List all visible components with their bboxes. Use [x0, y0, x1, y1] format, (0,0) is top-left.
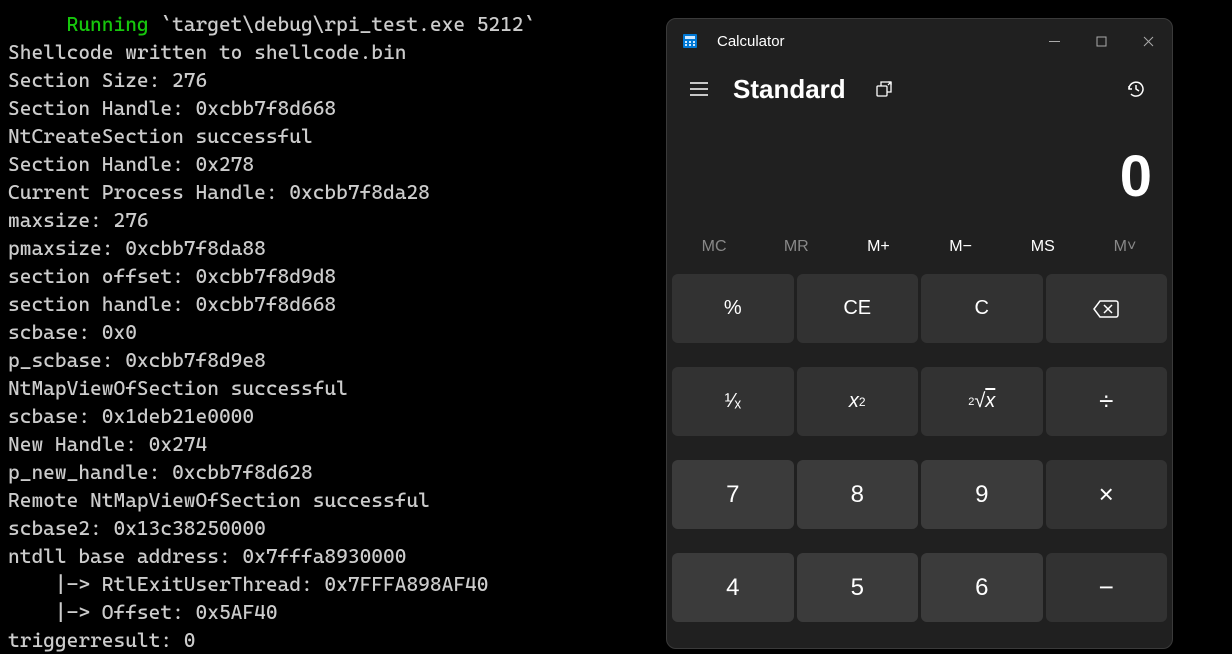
percent-key[interactable]: %	[672, 274, 794, 343]
terminal-line: p_scbase: 0xcbb7f8d9e8	[8, 348, 266, 372]
terminal-line: |-> RtlExitUserThread: 0x7FFFA898AF40	[8, 572, 488, 596]
calculator-header: Standard	[667, 63, 1172, 119]
terminal-line: NtCreateSection successful	[8, 124, 313, 148]
mode-title: Standard	[733, 74, 846, 105]
terminal-output: Running `target\debug\rpi_test.exe 5212`…	[0, 0, 660, 649]
calculator-icon	[681, 32, 699, 50]
terminal-line: p_new_handle: 0xcbb7f8d628	[8, 460, 313, 484]
minus-key[interactable]: −	[1046, 553, 1168, 622]
terminal-line: scbase2: 0x13c38250000	[8, 516, 266, 540]
terminal-line: Remote NtMapViewOfSection successful	[8, 488, 430, 512]
keypad: % CE C ¹⁄ₓ x2 2√x ÷ 7 8 9 × 4 5 6 −	[667, 274, 1172, 648]
memory-row: MC MR M+ M− MS M˅	[667, 228, 1172, 274]
display: 0	[667, 119, 1172, 228]
terminal-line: scbase: 0x1deb21e0000	[8, 404, 254, 428]
eight-key[interactable]: 8	[797, 460, 919, 529]
six-key[interactable]: 6	[921, 553, 1043, 622]
maximize-button[interactable]	[1078, 19, 1125, 63]
window-controls	[1031, 19, 1172, 63]
terminal-line: Running `target\debug\rpi_test.exe 5212`	[8, 12, 535, 36]
terminal-line: |-> Offset: 0x5AF40	[8, 600, 278, 624]
nine-key[interactable]: 9	[921, 460, 1043, 529]
divide-key[interactable]: ÷	[1046, 367, 1168, 436]
memory-minus-button[interactable]: M−	[920, 228, 1002, 266]
close-button[interactable]	[1125, 19, 1172, 63]
window-title: Calculator	[717, 33, 1031, 50]
terminal-line: New Handle: 0x274	[8, 432, 207, 456]
terminal-line: Section Handle: 0xcbb7f8d668	[8, 96, 336, 120]
four-key[interactable]: 4	[672, 553, 794, 622]
terminal-line: NtMapViewOfSection successful	[8, 376, 348, 400]
memory-list-button[interactable]: M˅	[1084, 228, 1166, 266]
clear-key[interactable]: C	[921, 274, 1043, 343]
memory-recall-button[interactable]: MR	[755, 228, 837, 266]
terminal-line: maxsize: 276	[8, 208, 149, 232]
backspace-key[interactable]	[1046, 274, 1168, 343]
terminal-line: section handle: 0xcbb7f8d668	[8, 292, 336, 316]
square-key[interactable]: x2	[797, 367, 919, 436]
calculator-window: Calculator Standard 0 MC MR M+	[666, 18, 1173, 649]
terminal-line: Section Size: 276	[8, 68, 207, 92]
memory-clear-button[interactable]: MC	[673, 228, 755, 266]
terminal-line: Shellcode written to shellcode.bin	[8, 40, 406, 64]
history-button[interactable]	[1116, 69, 1156, 109]
terminal-line: Current Process Handle: 0xcbb7f8da28	[8, 180, 430, 204]
multiply-key[interactable]: ×	[1046, 460, 1168, 529]
terminal-line: pmaxsize: 0xcbb7f8da88	[8, 236, 266, 260]
running-label: Running	[67, 12, 149, 36]
five-key[interactable]: 5	[797, 553, 919, 622]
keep-on-top-button[interactable]	[866, 71, 902, 107]
memory-store-button[interactable]: MS	[1002, 228, 1084, 266]
memory-plus-button[interactable]: M+	[837, 228, 919, 266]
seven-key[interactable]: 7	[672, 460, 794, 529]
clear-entry-key[interactable]: CE	[797, 274, 919, 343]
sqrt-key[interactable]: 2√x	[921, 367, 1043, 436]
titlebar[interactable]: Calculator	[667, 19, 1172, 63]
terminal-line: Section Handle: 0x278	[8, 152, 254, 176]
terminal-line: ntdll base address: 0x7fffa8930000	[8, 544, 406, 568]
reciprocal-key[interactable]: ¹⁄ₓ	[672, 367, 794, 436]
minimize-button[interactable]	[1031, 19, 1078, 63]
terminal-line: scbase: 0x0	[8, 320, 137, 344]
terminal-line: triggerresult: 0	[8, 628, 196, 652]
terminal-line: section offset: 0xcbb7f8d9d8	[8, 264, 336, 288]
menu-button[interactable]	[679, 69, 719, 109]
running-command: `target\debug\rpi_test.exe 5212`	[160, 12, 535, 36]
